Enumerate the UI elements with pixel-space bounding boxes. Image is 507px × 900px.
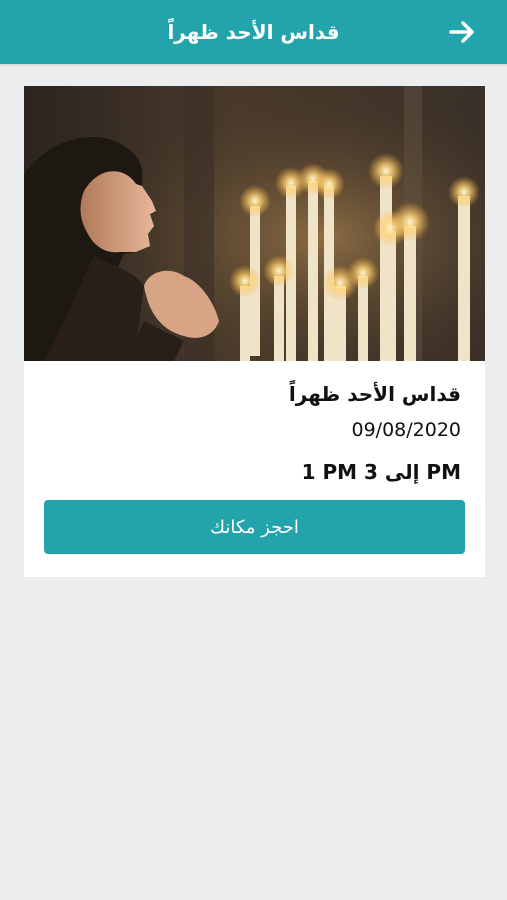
event-image [24, 86, 485, 361]
event-time: 1 PM إلى 3 PM [301, 460, 461, 484]
page-title: قداس الأحد ظهراً [167, 20, 340, 44]
arrow-right-icon [449, 21, 474, 43]
event-date: 09/08/2020 [351, 419, 461, 441]
event-title: قداس الأحد ظهراً [288, 382, 461, 406]
event-card: قداس الأحد ظهراً 09/08/2020 1 PM إلى 3 P… [24, 86, 485, 577]
back-button[interactable] [445, 15, 479, 49]
app-header: قداس الأحد ظهراً [0, 0, 507, 64]
book-seat-button[interactable]: احجز مكانك [44, 500, 465, 554]
